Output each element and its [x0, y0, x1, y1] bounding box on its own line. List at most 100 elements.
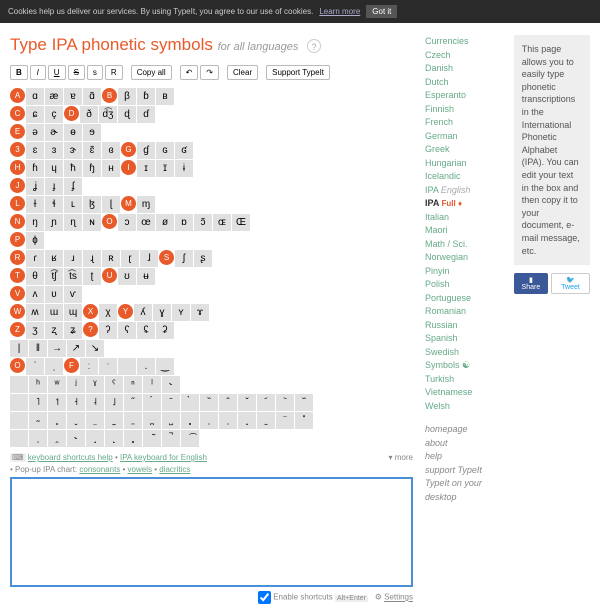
lang-link[interactable]: Polish [425, 278, 504, 292]
symbol-key[interactable]: ç [45, 106, 63, 123]
symbol-key[interactable]: ̈ [276, 412, 294, 429]
lang-link[interactable]: French [425, 116, 504, 130]
diacritics-link[interactable]: diacritics [159, 465, 190, 474]
symbol-key[interactable] [10, 394, 28, 411]
symbol-key[interactable]: ˞ [67, 430, 85, 447]
symbol-group-V[interactable]: V [10, 286, 25, 301]
symbol-key[interactable]: ɕ [26, 106, 44, 123]
text-editor[interactable] [10, 477, 413, 587]
symbol-group-N[interactable]: N [10, 214, 25, 229]
symbol-key[interactable]: ѵ [64, 286, 82, 303]
tweet-button[interactable]: 🐦 Tweet [551, 273, 590, 294]
symbol-key[interactable]: ̴ [29, 412, 47, 429]
symbol-key[interactable]: ˡ [143, 376, 161, 393]
symbol-key[interactable]: ɪ̈ [156, 160, 174, 177]
symbol-key[interactable]: ⁿ [124, 376, 142, 393]
symbol-group-G[interactable]: G [121, 142, 136, 157]
symbol-key[interactable]: ʁ [45, 250, 63, 267]
lang-link[interactable]: Greek [425, 143, 504, 157]
enable-shortcuts-checkbox[interactable] [258, 591, 271, 604]
symbol-key[interactable]: ɾ [26, 250, 44, 267]
symbol-group-J[interactable]: J [10, 178, 25, 193]
symbol-key[interactable] [10, 430, 28, 447]
symbol-group-D[interactable]: D [64, 106, 79, 121]
symbol-key[interactable]: ̄ [162, 394, 180, 411]
lang-link[interactable]: Welsh [425, 400, 504, 414]
symbol-key[interactable]: ʔ [99, 322, 117, 339]
symbol-group-S[interactable]: S [159, 250, 174, 265]
symbol-group-U[interactable]: U [102, 268, 117, 283]
symbol-key[interactable]: . [137, 358, 155, 375]
symbol-key[interactable]: ɬ [45, 196, 63, 213]
symbol-key[interactable]: ɳ [64, 214, 82, 231]
symbol-key[interactable]: ̤ [86, 412, 104, 429]
symbol-key[interactable]: ɑ̃ [83, 88, 101, 105]
symbol-key[interactable]: ɢ [156, 142, 174, 159]
symbol-key[interactable]: ̯ [48, 430, 66, 447]
symbol-key[interactable] [118, 358, 136, 375]
symbol-key[interactable]: ̬ [67, 412, 85, 429]
lang-link[interactable]: Vietnamese [425, 386, 504, 400]
symbol-key[interactable]: ɭ [102, 196, 120, 213]
fb-share-button[interactable]: ▮ Share [514, 273, 548, 294]
symbol-key[interactable]: ̟ [238, 412, 256, 429]
symbol-key[interactable]: ʋ [45, 286, 63, 303]
symbol-key[interactable]: ̂ [219, 394, 237, 411]
lang-link[interactable]: Maori [425, 224, 504, 238]
symbol-key[interactable]: ɥ [45, 160, 63, 177]
symbol-key[interactable]: ʏ [172, 304, 190, 321]
symbol-key[interactable]: ̃ [143, 430, 161, 447]
symbol-key[interactable]: ̪ [143, 412, 161, 429]
symbol-key[interactable]: ɛ̃ [83, 142, 101, 159]
symbol-key[interactable]: ɜ [45, 142, 63, 159]
symbol-key[interactable]: ͡ [181, 430, 199, 447]
symbol-key[interactable]: ɲ [45, 214, 63, 231]
symbol-group-F[interactable]: F [64, 358, 79, 373]
strike-button[interactable]: S [68, 65, 85, 80]
symbol-key[interactable]: ʰ [29, 376, 47, 393]
symbol-key[interactable]: ɺ [140, 250, 158, 267]
clear-button[interactable]: Clear [227, 65, 258, 80]
lang-link[interactable]: Finnish [425, 103, 504, 117]
symbol-key[interactable]: ̜ [219, 412, 237, 429]
symbol-key[interactable]: ɐ [64, 88, 82, 105]
small-s-button[interactable]: s [87, 65, 103, 80]
symbol-key[interactable]: ʈ [83, 268, 101, 285]
symbol-key[interactable]: ᷄ [257, 394, 275, 411]
symbol-key[interactable]: ʙ [156, 88, 174, 105]
symbol-key[interactable]: ‿ [156, 358, 174, 375]
symbol-key[interactable]: ɖ [118, 106, 136, 123]
symbol-key[interactable]: ɔ [118, 214, 136, 231]
symbol-key[interactable]: ø [156, 214, 174, 231]
symbol-key[interactable]: ɧ [83, 160, 101, 177]
symbol-key[interactable]: ɔ̃ [194, 214, 212, 231]
symbol-key[interactable] [10, 376, 28, 393]
symbol-key[interactable]: ʕ [118, 322, 136, 339]
symbol-key[interactable]: ː [80, 358, 98, 375]
nav-link[interactable]: homepage [425, 423, 504, 437]
symbol-key[interactable]: ɶ [213, 214, 231, 231]
symbol-key[interactable]: ʃ [175, 250, 193, 267]
symbol-key[interactable]: ʌ [26, 286, 44, 303]
symbol-key[interactable]: | [10, 340, 28, 357]
symbol-key[interactable]: ɝ [64, 142, 82, 159]
symbol-key[interactable]: ̹ [200, 412, 218, 429]
symbol-key[interactable]: ʜ [102, 160, 120, 177]
symbol-key[interactable]: β [118, 88, 136, 105]
symbol-group-B[interactable]: B [102, 88, 117, 103]
symbol-key[interactable]: ɫ [26, 196, 44, 213]
symbol-key[interactable]: ̥ [48, 412, 66, 429]
symbol-key[interactable]: ʑ [64, 322, 82, 339]
lang-link[interactable]: Portuguese [425, 292, 504, 306]
symbol-key[interactable]: ̼ [124, 412, 142, 429]
symbol-key[interactable]: ̌ [238, 394, 256, 411]
lang-link[interactable]: IPA Full ♦ [425, 197, 504, 211]
symbol-group-3[interactable]: 3 [10, 142, 25, 157]
lang-link[interactable]: German [425, 130, 504, 144]
symbol-group-P[interactable]: P [10, 232, 25, 247]
help-icon[interactable]: ? [307, 39, 321, 53]
symbol-group-A[interactable]: A [10, 88, 25, 103]
symbol-key[interactable]: æ [45, 88, 63, 105]
symbol-key[interactable]: œ [137, 214, 155, 231]
symbol-key[interactable]: ɮ [83, 196, 101, 213]
